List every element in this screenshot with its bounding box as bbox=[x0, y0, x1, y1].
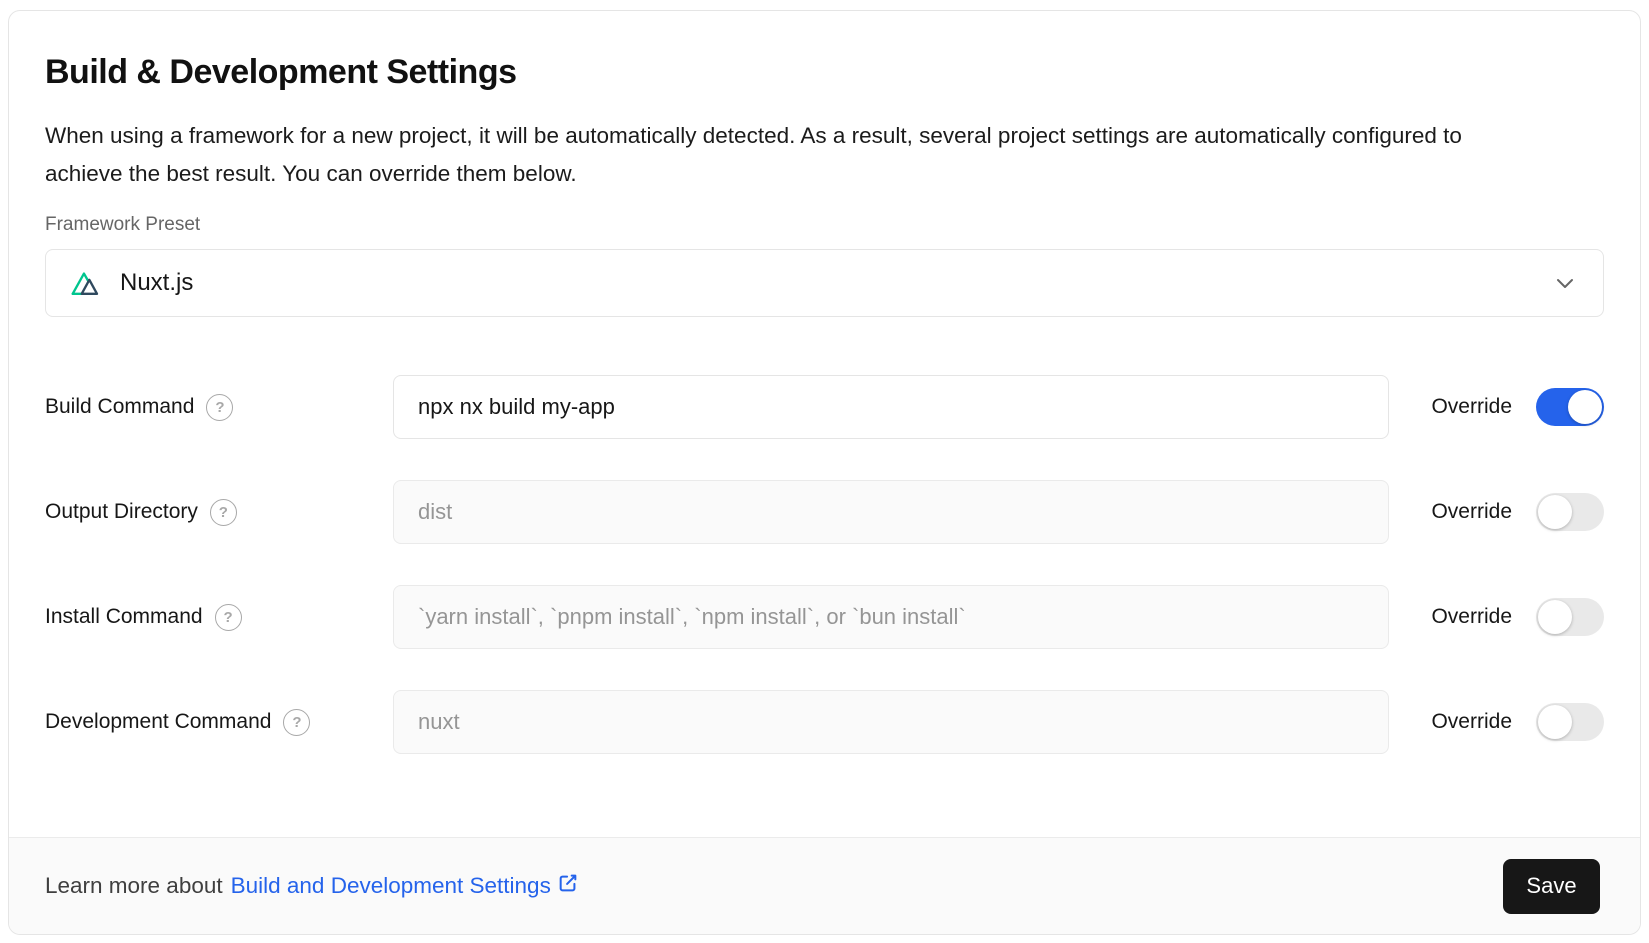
install-command-input bbox=[393, 585, 1389, 649]
card-body: Build & Development Settings When using … bbox=[9, 11, 1640, 754]
output-directory-input bbox=[393, 480, 1389, 544]
build-command-override-toggle[interactable] bbox=[1536, 388, 1604, 426]
override-label: Override bbox=[1431, 500, 1512, 524]
help-icon[interactable]: ? bbox=[206, 394, 233, 421]
toggle-knob bbox=[1568, 390, 1602, 424]
build-command-row: Build Command ? Override bbox=[45, 375, 1604, 439]
external-link-icon bbox=[557, 872, 579, 900]
install-command-override-toggle[interactable] bbox=[1536, 598, 1604, 636]
build-command-input[interactable] bbox=[393, 375, 1389, 439]
development-command-label: Development Command bbox=[45, 710, 271, 734]
output-directory-label: Output Directory bbox=[45, 500, 198, 524]
framework-preset-select[interactable]: Nuxt.js bbox=[45, 249, 1604, 317]
help-icon[interactable]: ? bbox=[215, 604, 242, 631]
override-label: Override bbox=[1431, 605, 1512, 629]
build-dev-settings-link[interactable]: Build and Development Settings bbox=[231, 872, 579, 900]
toggle-knob bbox=[1538, 495, 1572, 529]
override-label: Override bbox=[1431, 710, 1512, 734]
framework-preset-value: Nuxt.js bbox=[120, 269, 193, 297]
install-command-row: Install Command ? Override bbox=[45, 585, 1604, 649]
chevron-down-icon bbox=[1553, 271, 1577, 295]
output-directory-override-toggle[interactable] bbox=[1536, 493, 1604, 531]
learn-more-text: Learn more about Build and Development S… bbox=[45, 872, 579, 900]
help-icon[interactable]: ? bbox=[283, 709, 310, 736]
development-command-input bbox=[393, 690, 1389, 754]
help-icon[interactable]: ? bbox=[210, 499, 237, 526]
card-description: When using a framework for a new project… bbox=[45, 117, 1525, 193]
page-title: Build & Development Settings bbox=[45, 51, 1604, 93]
card-footer: Learn more about Build and Development S… bbox=[9, 837, 1640, 934]
install-command-label: Install Command bbox=[45, 605, 203, 629]
development-command-override-toggle[interactable] bbox=[1536, 703, 1604, 741]
override-label: Override bbox=[1431, 395, 1512, 419]
save-button[interactable]: Save bbox=[1503, 859, 1600, 914]
toggle-knob bbox=[1538, 600, 1572, 634]
toggle-knob bbox=[1538, 705, 1572, 739]
framework-preset-label: Framework Preset bbox=[45, 213, 1604, 236]
settings-rows: Build Command ? Override Output Director… bbox=[45, 375, 1604, 754]
output-directory-row: Output Directory ? Override bbox=[45, 480, 1604, 544]
development-command-row: Development Command ? Override bbox=[45, 690, 1604, 754]
nuxt-logo-icon bbox=[70, 269, 106, 297]
build-command-label: Build Command bbox=[45, 395, 194, 419]
build-dev-settings-card: Build & Development Settings When using … bbox=[8, 10, 1641, 935]
